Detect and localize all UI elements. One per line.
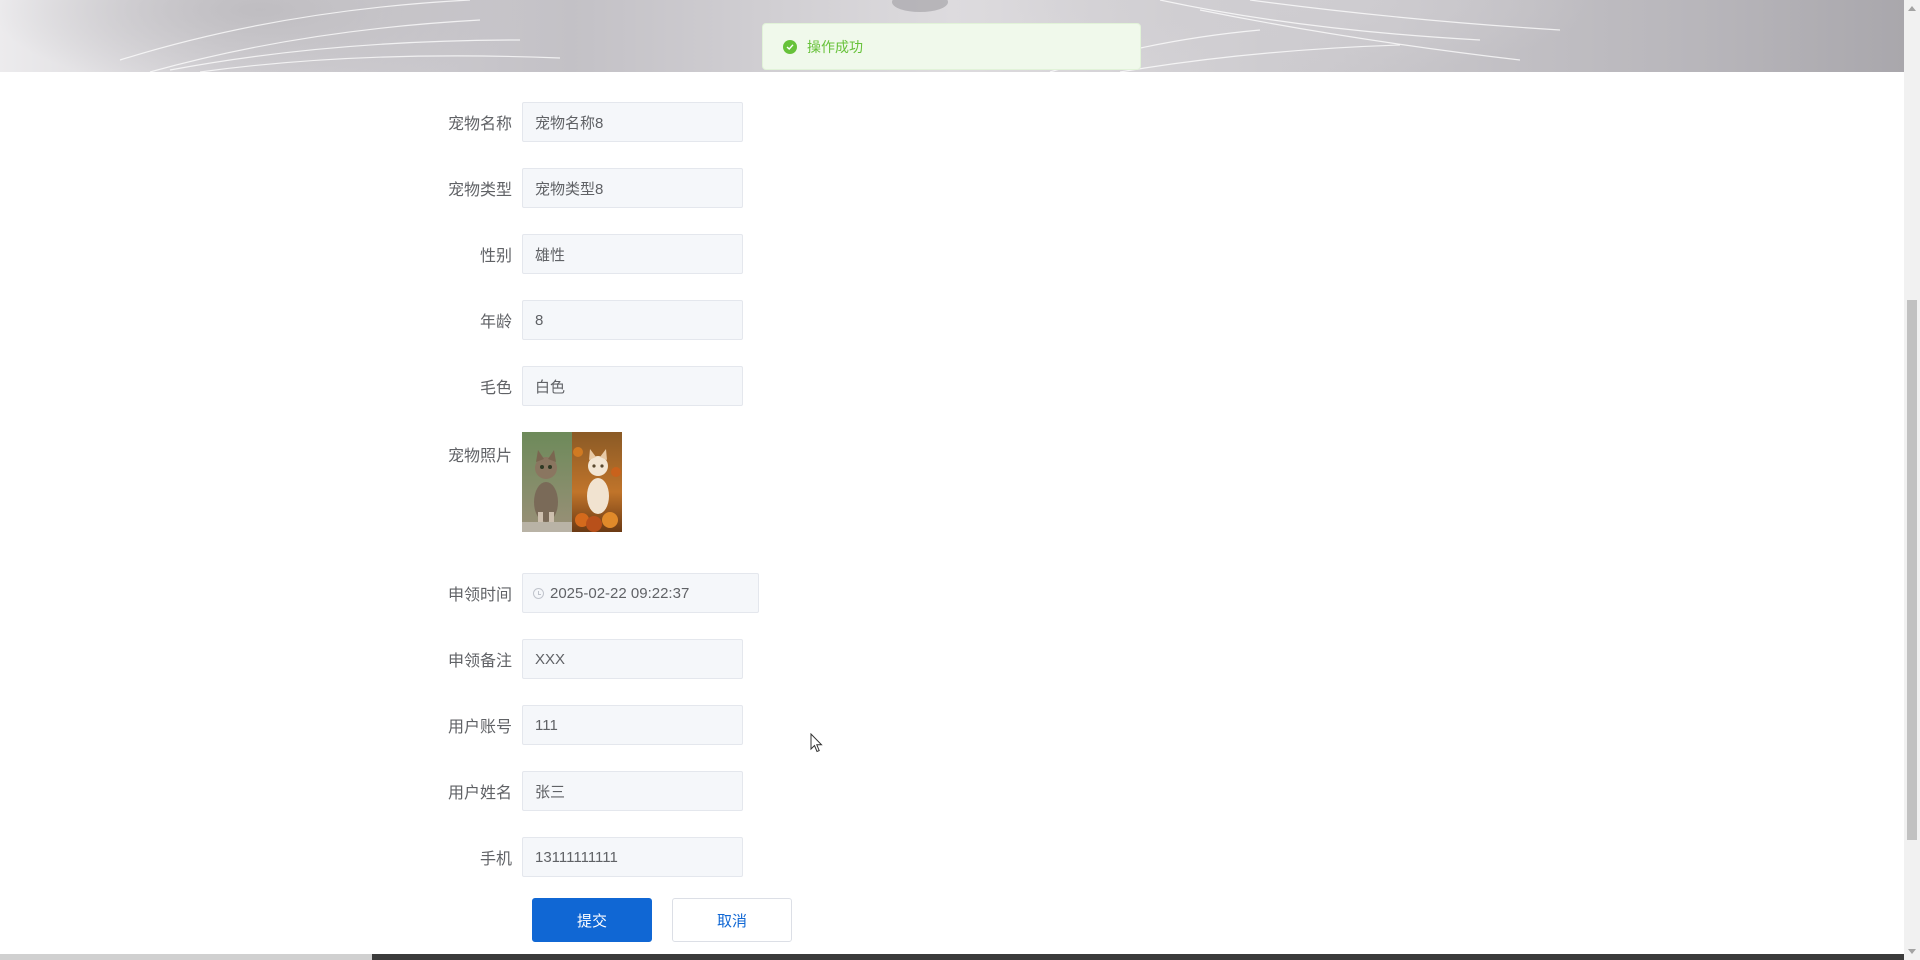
- toast-message: 操作成功: [807, 38, 863, 55]
- apply-time-picker[interactable]: 2025-02-22 09:22:37: [522, 573, 759, 613]
- pet-type-input[interactable]: 宠物类型8: [522, 168, 743, 208]
- field-label: 宠物类型: [447, 182, 512, 199]
- field-label: 用户姓名: [447, 785, 512, 802]
- pet-photo[interactable]: [522, 432, 622, 532]
- field-label: 申领时间: [447, 587, 512, 604]
- field-label: 手机: [479, 851, 512, 868]
- form-row-apply-remark: 申领备注 XXX: [440, 639, 743, 679]
- form-row-fur-color: 毛色 白色: [440, 366, 743, 406]
- success-check-icon: [783, 39, 797, 54]
- apply-remark-input[interactable]: XXX: [522, 639, 743, 679]
- pet-name-input[interactable]: 宠物名称8: [522, 102, 743, 142]
- success-toast: 操作成功: [762, 23, 1141, 70]
- apply-time-value: 2025-02-22 09:22:37: [550, 584, 690, 602]
- field-label: 申领备注: [447, 653, 512, 670]
- bottom-edge-segment: [0, 954, 372, 960]
- scrollbar-thumb[interactable]: [1907, 300, 1917, 840]
- gender-input[interactable]: 雄性: [522, 234, 743, 274]
- form-row-age: 年龄 8: [440, 300, 743, 340]
- user-name-input[interactable]: 张三: [522, 771, 743, 811]
- clock-icon: [533, 587, 544, 599]
- form-row-user-account: 用户账号 111: [440, 705, 743, 745]
- field-label: 毛色: [479, 380, 512, 397]
- age-input[interactable]: 8: [522, 300, 743, 340]
- fur-color-input[interactable]: 白色: [522, 366, 743, 406]
- field-label: 宠物照片: [447, 448, 512, 465]
- field-label: 宠物名称: [447, 116, 512, 133]
- submit-button[interactable]: 提交: [532, 898, 652, 942]
- bottom-edge-bar: [0, 954, 1904, 960]
- form-row-pet-photo: 宠物照片: [440, 432, 622, 532]
- mouse-cursor-icon: [810, 732, 824, 758]
- scroll-down-arrow-icon[interactable]: [1908, 949, 1916, 954]
- cancel-button[interactable]: 取消: [672, 898, 792, 942]
- field-label: 年龄: [479, 314, 512, 331]
- user-account-input[interactable]: 111: [522, 705, 743, 745]
- form-row-user-name: 用户姓名 张三: [440, 771, 743, 811]
- vertical-scrollbar[interactable]: [1904, 0, 1920, 960]
- form-row-pet-type: 宠物类型 宠物类型8: [440, 168, 743, 208]
- phone-input[interactable]: 13111111111: [522, 837, 743, 877]
- kittens-image: [522, 432, 622, 532]
- form-row-gender: 性别 雄性: [440, 234, 743, 274]
- page: 操作成功 宠物名称 宠物名称8 宠物类型 宠物类型8 性别 雄性 年龄 8 毛色…: [0, 0, 1920, 960]
- form-row-pet-name: 宠物名称 宠物名称8: [440, 102, 743, 142]
- form-row-phone: 手机 13111111111: [440, 837, 743, 877]
- field-label: 用户账号: [447, 719, 512, 736]
- form-row-apply-time: 申领时间 2025-02-22 09:22:37: [440, 573, 759, 613]
- scroll-up-arrow-icon[interactable]: [1908, 6, 1916, 11]
- field-label: 性别: [479, 248, 512, 265]
